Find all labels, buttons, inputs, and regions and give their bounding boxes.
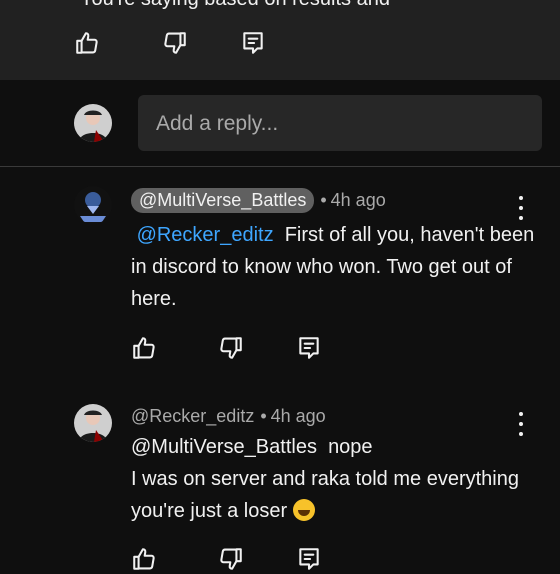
reply-1-dislike-button[interactable] [216,333,246,363]
reply-2-mention[interactable]: @MultiVerse_Battles [131,436,317,458]
previous-comment-text: You're saying based on results and [80,0,390,11]
divider [0,166,560,167]
thumbs-down-icon [164,32,186,54]
comment-reply-icon [299,548,319,570]
previous-comment-panel: You're saying based on results and [0,0,560,80]
like-button[interactable] [72,28,102,58]
reply-2-body-1: nope [328,436,373,458]
thumbs-up-icon [133,337,155,359]
reply-1-reply-button[interactable] [294,333,324,363]
separator-dot: • [320,190,327,210]
user-avatar[interactable] [74,104,112,142]
add-reply-placeholder: Add a reply... [156,112,279,135]
reply-1-like-button[interactable] [129,333,159,363]
reply-button[interactable] [238,28,268,58]
avatar-multiverse-battles[interactable] [74,186,112,224]
comment-reply-icon [243,32,263,54]
comment-reply-icon [299,337,319,359]
more-options-button[interactable] [516,194,526,222]
reply-2-time[interactable]: 4h ago [271,406,326,427]
reply-1-meta: @MultiVerse_Battles • 4h ago [131,188,386,213]
reply-2-meta: @Recker_editz • 4h ago [131,406,326,427]
reply-2-like-button[interactable] [129,544,159,574]
rolling-laughing-emoji-icon [292,499,315,521]
separator-dot: • [260,406,267,426]
thumbs-up-icon [76,32,98,54]
reply-2-dislike-button[interactable] [216,544,246,574]
reply-1-text: @Recker_editz First of all you, haven't … [131,219,541,315]
reply-2-author[interactable]: @Recker_editz [131,406,254,427]
reply-2-reply-button[interactable] [294,544,324,574]
thumbs-up-icon [133,548,155,570]
dislike-button[interactable] [160,28,190,58]
add-reply-input[interactable]: Add a reply... [138,95,542,151]
reply-1-time[interactable]: 4h ago [331,190,386,211]
thumbs-down-icon [220,548,242,570]
reply-2-body-2: I was on server and raka told me everyth… [131,468,519,522]
reply-1-mention[interactable]: @Recker_editz [137,224,274,246]
reply-1-author[interactable]: @MultiVerse_Battles [131,188,315,213]
thumbs-down-icon [220,337,242,359]
reply-2-text: @MultiVerse_Battles nope I was on server… [131,431,541,527]
avatar-recker-editz[interactable] [74,404,112,442]
